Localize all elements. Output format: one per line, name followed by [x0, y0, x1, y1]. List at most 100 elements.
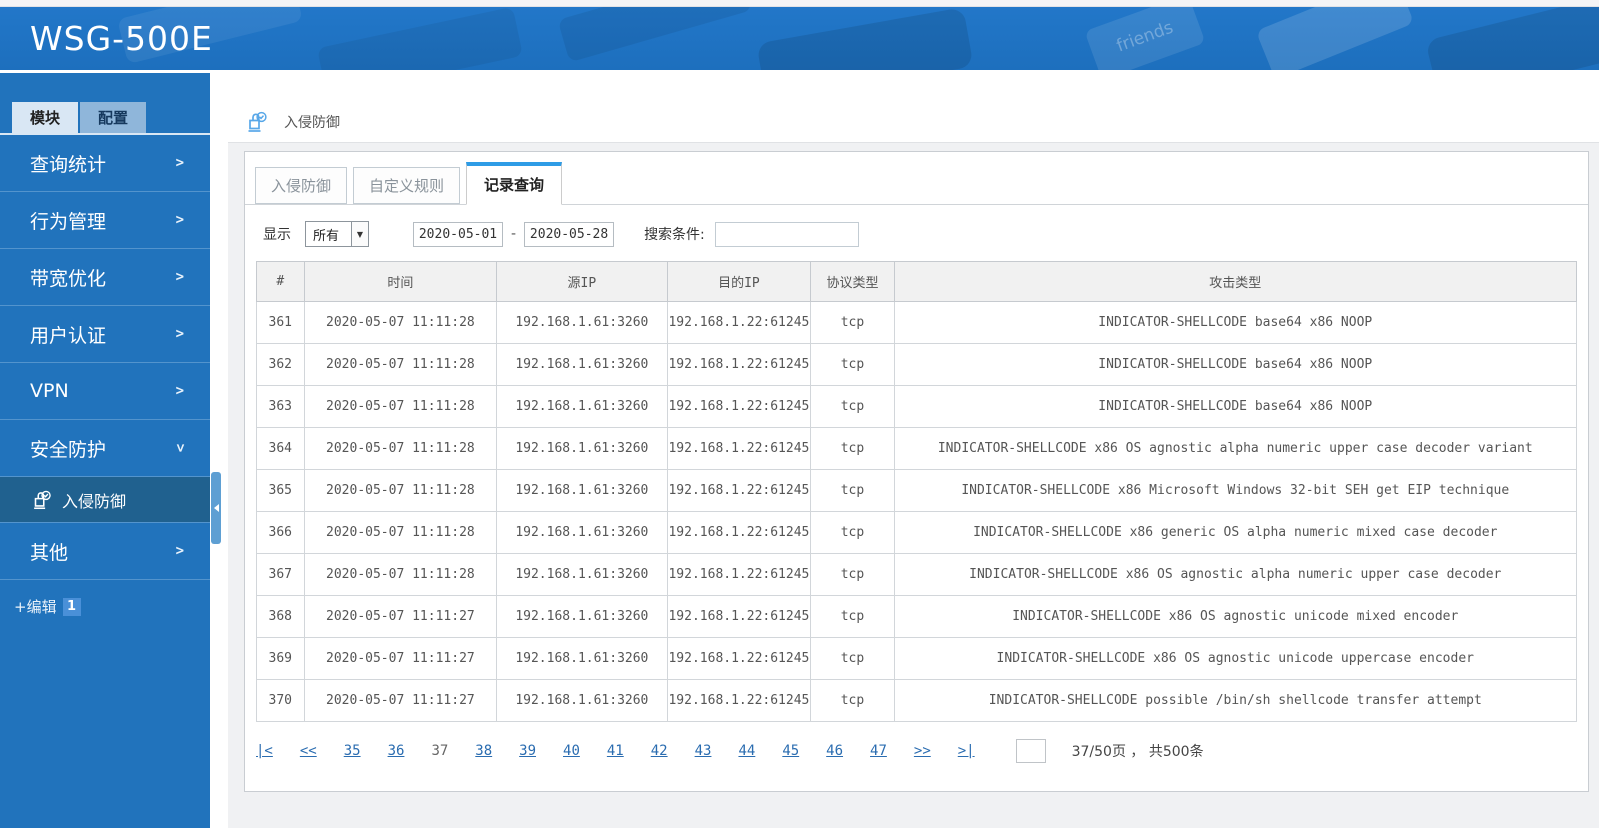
previous-page-button[interactable]: << [300, 743, 317, 759]
sidebar-gutter [210, 70, 228, 828]
table-row: 368 2020-05-07 11:11:27 192.168.1.61:326… [256, 595, 1578, 638]
cell-time: 2020-05-07 11:11:28 [303, 427, 498, 470]
page-link[interactable]: 41 [607, 743, 624, 759]
cell-attack-type: INDICATOR-SHELLCODE possible /bin/sh she… [893, 679, 1578, 722]
cell-index: 365 [256, 469, 305, 512]
page-link[interactable]: 38 [475, 743, 492, 759]
sidebar-item-bandwidth-optimization[interactable]: 带宽优化 > [0, 249, 210, 306]
sidebar-item-query-statistics[interactable]: 查询统计 > [0, 135, 210, 192]
cell-source-ip: 192.168.1.61:3260 [496, 427, 668, 470]
cell-destination-ip: 192.168.1.22:61245 [666, 553, 812, 596]
page-link[interactable]: 39 [519, 743, 536, 759]
cell-destination-ip: 192.168.1.22:61245 [666, 679, 812, 722]
page-link[interactable]: 46 [826, 743, 843, 759]
sidebar-tab-modules[interactable]: 模块 [12, 102, 79, 133]
sidebar: 模块 配置 查询统计 > 行为管理 > 带宽优化 > 用户认证 > VPN > [0, 70, 210, 828]
keyboard-decoration [756, 7, 974, 70]
cell-attack-type: INDICATOR-SHELLCODE x86 OS agnostic alph… [893, 553, 1578, 596]
cell-time: 2020-05-07 11:11:28 [303, 553, 498, 596]
search-condition-input[interactable] [714, 221, 859, 247]
page-link[interactable]: 44 [738, 743, 755, 759]
search-condition-label: 搜索条件: [644, 227, 705, 243]
cell-destination-ip: 192.168.1.22:61245 [666, 427, 812, 470]
select-value: 所有 [313, 228, 340, 244]
cell-source-ip: 192.168.1.61:3260 [496, 679, 668, 722]
sidebar-item-label: 其他 [30, 541, 69, 564]
page-title: 入侵防御 [284, 115, 340, 131]
cell-attack-type: INDICATOR-SHELLCODE x86 OS agnostic unic… [893, 637, 1578, 680]
page-link[interactable]: 45 [782, 743, 799, 759]
chevron-right-icon: > [175, 383, 184, 399]
cell-index: 363 [256, 385, 305, 428]
sidebar-item-label: 入侵防御 [62, 491, 127, 511]
cell-source-ip: 192.168.1.61:3260 [496, 469, 668, 512]
sidebar-item-security-protection[interactable]: 安全防护 > [0, 420, 210, 477]
column-header-attack-type: 攻击类型 [893, 261, 1578, 302]
edit-count-badge: 1 [62, 597, 81, 616]
tab-record-query[interactable]: 记录查询 [466, 162, 563, 205]
sidebar-item-user-authentication[interactable]: 用户认证 > [0, 306, 210, 363]
page-link[interactable]: 37 [431, 743, 448, 759]
tab-intrusion-prevention[interactable]: 入侵防御 [255, 167, 348, 204]
select-dropdown-arrow-icon[interactable]: ▼ [351, 222, 368, 246]
app-header: friends WSG-500E [0, 7, 1599, 70]
last-page-button[interactable]: >| [958, 743, 975, 759]
content-background: 入侵防御 自定义规则 记录查询 显示 所有 ▼ - [228, 142, 1599, 828]
keyboard-decoration [1255, 7, 1415, 70]
keyboard-keycap: friends [1084, 7, 1206, 70]
cell-index: 367 [256, 553, 305, 596]
sidebar-item-intrusion-prevention[interactable]: 入侵防御 [0, 477, 210, 523]
date-to-input[interactable] [524, 221, 615, 247]
cell-time: 2020-05-07 11:11:28 [303, 385, 498, 428]
cell-time: 2020-05-07 11:11:28 [303, 511, 498, 554]
sidebar-tab-config[interactable]: 配置 [80, 102, 147, 133]
date-range-separator: - [511, 226, 517, 242]
page-link[interactable]: 43 [695, 743, 712, 759]
cell-source-ip: 192.168.1.61:3260 [496, 511, 668, 554]
goto-page-input[interactable] [1015, 739, 1046, 763]
cell-source-ip: 192.168.1.61:3260 [496, 595, 668, 638]
sidebar-tab-bar: 模块 配置 [12, 102, 210, 133]
cell-destination-ip: 192.168.1.22:61245 [666, 595, 812, 638]
cell-attack-type: INDICATOR-SHELLCODE base64 x86 NOOP [893, 385, 1578, 428]
tab-label: 入侵防御 [271, 177, 332, 195]
date-from-input[interactable] [413, 221, 503, 247]
tab-label: 记录查询 [484, 176, 545, 194]
page-link[interactable]: 35 [344, 743, 361, 759]
first-page-button[interactable]: |< [256, 743, 273, 759]
keyboard-decoration [316, 7, 524, 70]
sidebar-edit-button[interactable]: +编辑 1 [14, 596, 210, 617]
filter-bar: 显示 所有 ▼ - 搜索条件: [245, 205, 1588, 259]
cell-time: 2020-05-07 11:11:28 [303, 301, 498, 344]
sidebar-item-label: VPN [30, 380, 69, 402]
tab-label: 自定义规则 [369, 177, 445, 195]
intrusion-log-table: # 时间 源IP 目的IP 协议类型 攻击类型 361 2020-05-07 1… [256, 261, 1578, 722]
page-link[interactable]: 47 [870, 743, 887, 759]
sidebar-item-label: 安全防护 [30, 438, 107, 461]
cell-attack-type: INDICATOR-SHELLCODE base64 x86 NOOP [893, 301, 1578, 344]
table-row: 364 2020-05-07 11:11:28 192.168.1.61:326… [256, 427, 1578, 470]
sidebar-collapse-handle[interactable] [211, 472, 221, 544]
cell-attack-type: INDICATOR-SHELLCODE x86 OS agnostic unic… [893, 595, 1578, 638]
sidebar-edit-label: +编辑 [14, 598, 57, 616]
display-filter-select[interactable]: 所有 ▼ [305, 221, 369, 247]
sidebar-item-behavior-management[interactable]: 行为管理 > [0, 192, 210, 249]
window-top-strip [0, 0, 1599, 7]
tab-custom-rules[interactable]: 自定义规则 [353, 167, 461, 204]
page-link[interactable]: 42 [651, 743, 668, 759]
table-row: 365 2020-05-07 11:11:28 192.168.1.61:326… [256, 469, 1578, 512]
cell-source-ip: 192.168.1.61:3260 [496, 385, 668, 428]
chevron-right-icon: > [175, 269, 184, 285]
sidebar-item-vpn[interactable]: VPN > [0, 363, 210, 420]
cell-source-ip: 192.168.1.61:3260 [496, 301, 668, 344]
cell-source-ip: 192.168.1.61:3260 [496, 553, 668, 596]
next-page-button[interactable]: >> [914, 743, 931, 759]
sidebar-item-label: 带宽优化 [30, 267, 107, 290]
chevron-down-icon: > [171, 443, 188, 453]
column-header-time: 时间 [303, 261, 498, 302]
page-link[interactable]: 36 [388, 743, 405, 759]
sidebar-item-others[interactable]: 其他 > [0, 523, 210, 580]
page-link[interactable]: 40 [563, 743, 580, 759]
chevron-right-icon: > [175, 326, 184, 342]
cell-index: 361 [256, 301, 305, 344]
